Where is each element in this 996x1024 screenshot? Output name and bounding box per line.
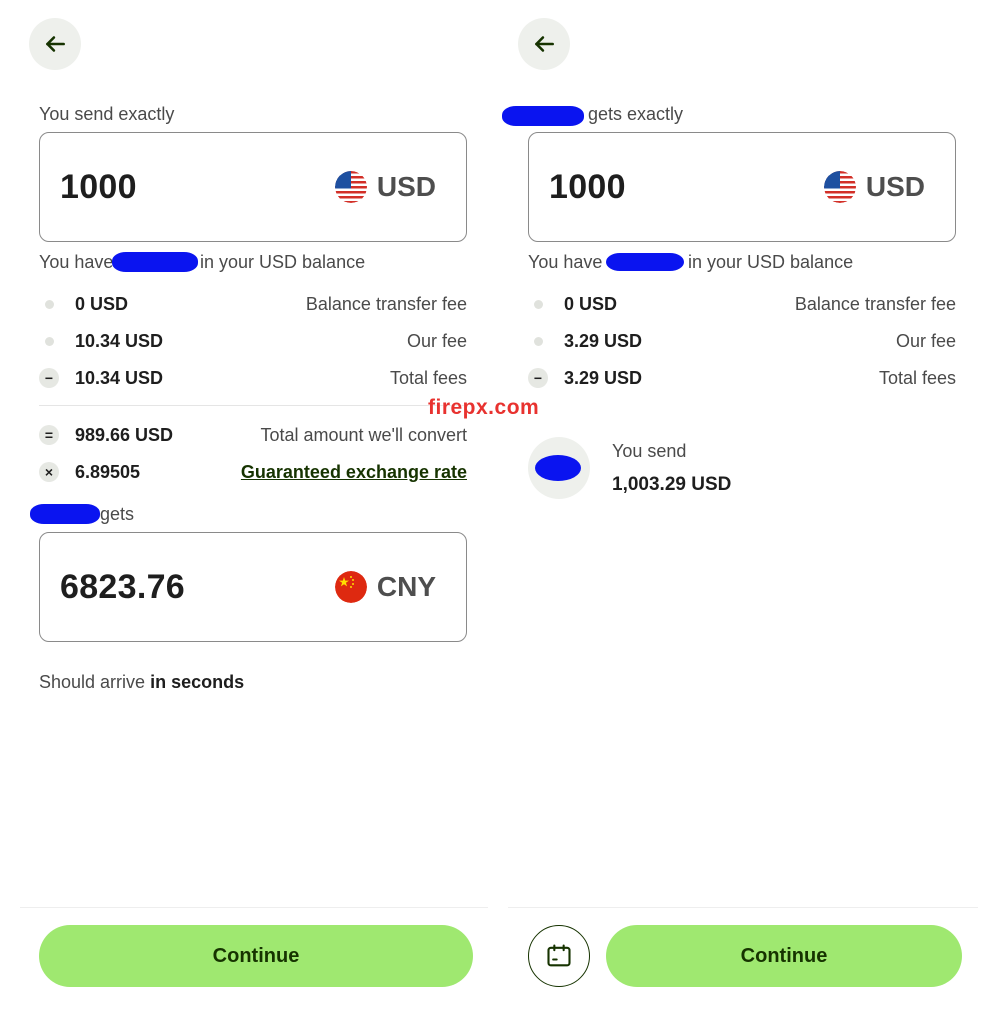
arrival-prefix: Should arrive (39, 672, 146, 692)
fee-label: Our fee (895, 330, 956, 351)
receive-amount-input[interactable] (549, 167, 749, 207)
bullet-dot-icon (533, 299, 543, 309)
arrival-time: in seconds (150, 672, 245, 692)
us-flag-icon (823, 171, 856, 203)
fee-row-our-fee: 3.29 USD Our fee (528, 328, 956, 354)
balance-prefix: You have (39, 252, 114, 272)
balance-suffix: in your USD balance (688, 252, 854, 272)
balance-prefix: You have (528, 252, 603, 272)
send-label: You send exactly (39, 104, 175, 124)
receive-currency-selector[interactable]: USD (823, 171, 925, 203)
arrival-estimate: Should arrive in seconds (39, 672, 244, 693)
fee-row-exchange-rate: × 6.89505 Guaranteed exchange rate (39, 459, 467, 485)
send-amount-box[interactable]: USD (39, 132, 467, 242)
send-currency-code: USD (376, 171, 436, 202)
receive-currency-code: CNY (376, 571, 436, 602)
footer-divider (20, 907, 488, 908)
you-send-amount: 1,003.29 USD (612, 474, 732, 495)
continue-button[interactable]: Continue (39, 925, 473, 987)
watermark: firepx.com (428, 396, 540, 419)
fee-amount: 3.29 USD (564, 367, 643, 388)
recipient-gets-label: gets exactly (588, 104, 684, 124)
you-send-label: You send (612, 441, 687, 461)
redacted-avatar-initials (535, 455, 581, 481)
calendar-icon (547, 944, 571, 967)
china-flag-icon (334, 571, 367, 603)
fee-row-balance-transfer: 0 USD Balance transfer fee (528, 291, 956, 317)
bullet-dot-icon (44, 336, 54, 346)
fee-label: Total fees (389, 367, 467, 388)
arrow-left-icon (46, 36, 65, 52)
receive-amount-input[interactable] (60, 567, 260, 607)
fee-row-total-fees: − 3.29 USD Total fees (528, 365, 956, 391)
back-button[interactable] (518, 18, 570, 70)
equals-icon: = (39, 425, 59, 445)
fee-amount: 0 USD (75, 293, 129, 314)
send-amount-input[interactable] (60, 167, 260, 207)
convert-label: Total amount we'll convert (260, 424, 467, 445)
us-flag-icon (334, 171, 367, 203)
balance-suffix: in your USD balance (200, 252, 366, 272)
recipient-avatar (528, 437, 590, 499)
back-button[interactable] (29, 18, 81, 70)
fee-row-balance-transfer: 0 USD Balance transfer fee (39, 291, 467, 317)
exchange-rate-value: 6.89505 (75, 461, 141, 482)
recipient-gets-label: gets (100, 504, 135, 524)
fees-divider (39, 405, 467, 406)
fee-row-our-fee: 10.34 USD Our fee (39, 328, 467, 354)
receive-amount-box[interactable]: CNY (39, 532, 467, 642)
footer-divider (508, 907, 978, 908)
arrow-left-icon (535, 36, 554, 52)
send-currency-selector[interactable]: USD (334, 171, 436, 203)
continue-button[interactable]: Continue (606, 925, 962, 987)
guaranteed-rate-link[interactable]: Guaranteed exchange rate (241, 462, 467, 483)
multiply-icon: × (39, 462, 59, 482)
right-panel: gets exactly USD You have (498, 0, 996, 1024)
redacted-balance (606, 253, 684, 271)
fee-label: Balance transfer fee (794, 293, 956, 314)
fee-row-convert: = 989.66 USD Total amount we'll convert (39, 422, 467, 448)
fee-row-total-fees: − 10.34 USD Total fees (39, 365, 467, 391)
redacted-recipient-name (30, 504, 100, 524)
bullet-dot-icon (533, 336, 543, 346)
fee-amount: 3.29 USD (564, 330, 643, 351)
bullet-dot-icon (44, 299, 54, 309)
redacted-recipient-name (502, 106, 584, 126)
redacted-balance (112, 252, 198, 272)
receive-currency-selector[interactable]: CNY (334, 571, 436, 603)
left-panel: You send exactly USD You have (0, 0, 498, 1024)
receive-currency-code: USD (865, 171, 925, 202)
convert-amount: 989.66 USD (75, 424, 174, 445)
fee-label: Balance transfer fee (305, 293, 467, 314)
receive-amount-box[interactable]: USD (528, 132, 956, 242)
fee-label: Our fee (406, 330, 467, 351)
schedule-button[interactable] (528, 925, 590, 987)
minus-icon: − (39, 368, 59, 388)
fee-amount: 10.34 USD (75, 330, 164, 351)
fee-amount: 10.34 USD (75, 367, 164, 388)
fee-amount: 0 USD (564, 293, 618, 314)
minus-icon: − (528, 368, 548, 388)
fee-label: Total fees (878, 367, 956, 388)
